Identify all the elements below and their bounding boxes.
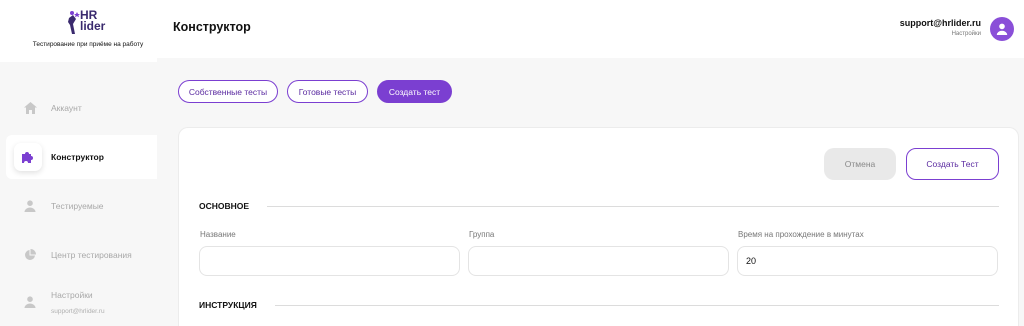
sidebar-item-label: Конструктор bbox=[51, 152, 104, 162]
sidebar-item-label: Тестируемые bbox=[51, 201, 104, 211]
header: Конструктор support@hrlider.ru Настройки bbox=[157, 0, 1024, 58]
sidebar-item-settings[interactable]: Настройки support@hrlider.ru bbox=[0, 280, 157, 324]
sidebar-item-testees[interactable]: Тестируемые bbox=[0, 184, 157, 228]
cancel-button[interactable]: Отмена bbox=[824, 148, 896, 180]
section-title-basic: ОСНОВНОЕ bbox=[199, 201, 250, 211]
constructor-card: Отмена Создать Тест ОСНОВНОЕ Название Гр… bbox=[178, 127, 1019, 326]
tab-own-tests[interactable]: Собственные тесты bbox=[178, 80, 278, 103]
sidebar-item-label: Настройки bbox=[51, 290, 93, 300]
tagline: Тестирование при приёме на работу bbox=[32, 41, 144, 48]
duration-label: Время на прохождение в минутах bbox=[738, 230, 864, 239]
sidebar-item-label: Центр тестирования bbox=[51, 250, 132, 260]
person-icon bbox=[16, 192, 44, 220]
create-test-button[interactable]: Создать Тест bbox=[906, 148, 999, 180]
sidebar: HR lider Тестирование при приёме на рабо… bbox=[0, 0, 157, 326]
user-settings-link[interactable]: Настройки bbox=[952, 31, 981, 37]
name-label: Название bbox=[200, 230, 236, 239]
sidebar-item-testing-center[interactable]: Центр тестирования bbox=[0, 233, 157, 277]
sidebar-item-sublabel: support@hrlider.ru bbox=[51, 308, 105, 315]
home-icon bbox=[16, 94, 44, 122]
avatar-person-icon bbox=[996, 23, 1008, 35]
divider bbox=[275, 305, 999, 306]
user-settings-icon bbox=[16, 288, 44, 316]
group-label: Группа bbox=[469, 230, 495, 239]
name-input[interactable] bbox=[199, 246, 460, 276]
sidebar-item-label: Аккаунт bbox=[51, 103, 82, 113]
logo-area: HR lider Тестирование при приёме на рабо… bbox=[0, 0, 157, 62]
sidebar-item-account[interactable]: Аккаунт bbox=[0, 86, 157, 130]
user-email[interactable]: support@hrlider.ru bbox=[900, 18, 981, 28]
section-title-instruction: ИНСТРУКЦИЯ bbox=[199, 300, 257, 310]
tab-create-test[interactable]: Создать тест bbox=[377, 80, 452, 103]
logo-text: HR lider bbox=[80, 9, 106, 33]
page-title: Конструктор bbox=[173, 20, 251, 34]
puzzle-icon bbox=[14, 143, 42, 171]
sidebar-item-constructor[interactable]: Конструктор bbox=[6, 135, 157, 179]
pie-chart-icon bbox=[16, 241, 44, 269]
divider bbox=[267, 206, 999, 207]
logo-line-2: lider bbox=[80, 19, 106, 33]
group-input[interactable] bbox=[468, 246, 729, 276]
avatar[interactable] bbox=[990, 17, 1014, 41]
duration-input[interactable]: 20 bbox=[737, 246, 998, 276]
tab-ready-tests[interactable]: Готовые тесты bbox=[287, 80, 368, 103]
